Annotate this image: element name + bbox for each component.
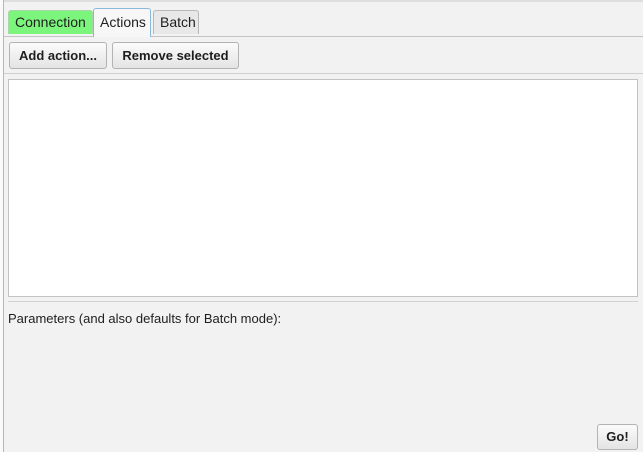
tab-batch[interactable]: Batch: [153, 10, 199, 34]
toolbar-divider: [4, 73, 643, 74]
tab-connection[interactable]: Connection: [8, 10, 93, 34]
section-divider: [8, 301, 638, 302]
tab-bar: Connection Actions Batch: [4, 8, 643, 37]
actions-list[interactable]: [8, 79, 638, 297]
go-button[interactable]: Go!: [597, 424, 638, 450]
parameters-label: Parameters (and also defaults for Batch …: [8, 311, 282, 326]
add-action-button[interactable]: Add action...: [9, 42, 107, 69]
remove-selected-button[interactable]: Remove selected: [112, 42, 239, 69]
window-left-edge: [0, 0, 4, 452]
window-top-border: [4, 0, 643, 2]
tab-actions[interactable]: Actions: [93, 8, 151, 37]
